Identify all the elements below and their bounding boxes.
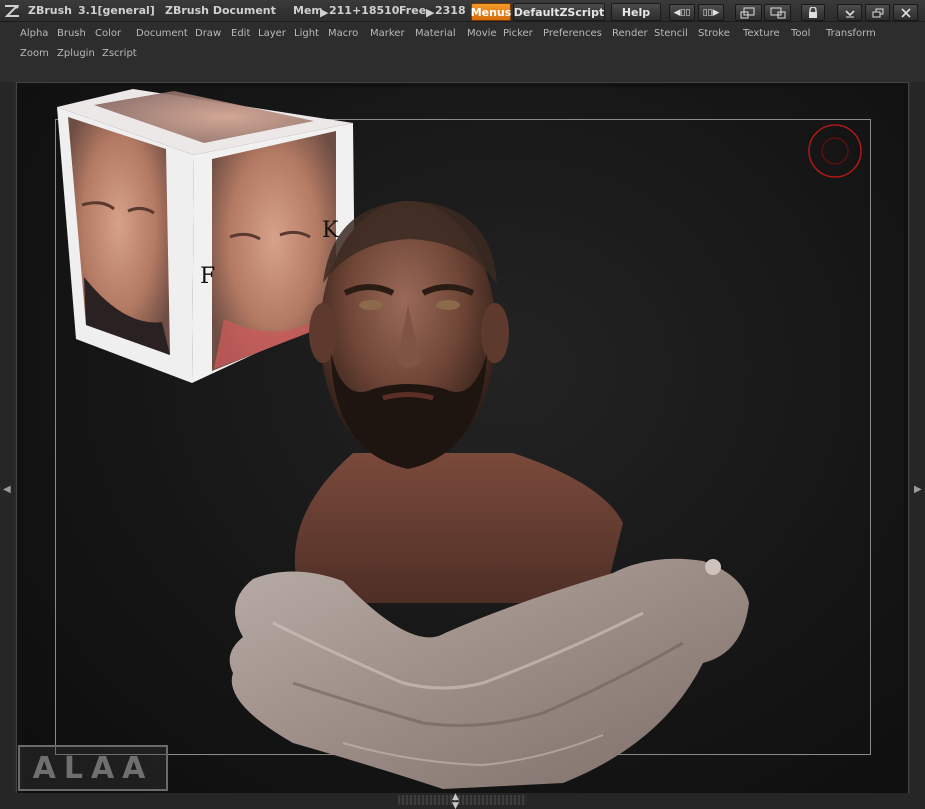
- app-name: ZBrush: [28, 4, 72, 17]
- menu-document[interactable]: Document: [136, 28, 188, 39]
- canvas[interactable]: K F: [23, 87, 904, 793]
- zbrush-logo-icon: [4, 5, 20, 17]
- help-button[interactable]: Help: [611, 3, 661, 21]
- menu-render[interactable]: Render: [612, 28, 648, 39]
- default-zscript-button[interactable]: DefaultZScript: [513, 3, 605, 21]
- menu-preferences[interactable]: Preferences: [543, 28, 602, 39]
- menu-marker[interactable]: Marker: [370, 28, 405, 39]
- menu-zplugin[interactable]: Zplugin: [57, 48, 95, 59]
- menu-bar: Alpha Brush Color Document Draw Edit Lay…: [0, 22, 925, 82]
- menu-edit[interactable]: Edit: [231, 28, 250, 39]
- lock-icon[interactable]: [801, 4, 825, 21]
- app-version: 3.1[general]: [78, 4, 155, 17]
- minimize-icon[interactable]: [837, 4, 862, 21]
- title-bar: ZBrush 3.1[general] ZBrush Document Mem …: [0, 0, 925, 22]
- menu-stencil[interactable]: Stencil: [654, 28, 688, 39]
- bottom-tray[interactable]: ▲ ▼: [0, 793, 925, 809]
- menu-zscript[interactable]: Zscript: [102, 48, 137, 59]
- document-frame: K F: [16, 82, 909, 802]
- restore-icon[interactable]: [865, 4, 890, 21]
- menu-texture[interactable]: Texture: [743, 28, 780, 39]
- menu-draw[interactable]: Draw: [195, 28, 221, 39]
- tray-left-icon[interactable]: [735, 4, 762, 21]
- left-tray-arrow-icon[interactable]: ◀: [3, 484, 11, 498]
- right-tray[interactable]: ▶: [911, 82, 925, 802]
- tray-right-icon[interactable]: [764, 4, 791, 21]
- menu-zoom[interactable]: Zoom: [20, 48, 49, 59]
- watermark-logo: ALAA: [18, 745, 168, 791]
- menu-light[interactable]: Light: [294, 28, 319, 39]
- menu-movie[interactable]: Movie: [467, 28, 497, 39]
- free-value: 2318: [435, 4, 466, 17]
- menu-tool[interactable]: Tool: [791, 28, 810, 39]
- sculpt-bust-model[interactable]: [183, 183, 763, 789]
- left-tray[interactable]: ◀: [0, 82, 14, 802]
- menu-macro[interactable]: Macro: [328, 28, 358, 39]
- mem-label: Mem: [293, 4, 323, 17]
- menus-button[interactable]: Menus: [471, 3, 511, 21]
- scroll-right-icon[interactable]: ▯▯▶: [698, 4, 724, 21]
- menu-material[interactable]: Material: [415, 28, 456, 39]
- document-name: ZBrush Document: [165, 4, 276, 17]
- bottom-tray-handle[interactable]: [398, 795, 526, 805]
- menu-stroke[interactable]: Stroke: [698, 28, 730, 39]
- menu-color[interactable]: Color: [95, 28, 121, 39]
- mem-arrow-icon: ▶: [320, 6, 329, 19]
- menu-picker[interactable]: Picker: [503, 28, 533, 39]
- close-icon[interactable]: [893, 4, 918, 21]
- menu-layer[interactable]: Layer: [258, 28, 286, 39]
- right-tray-arrow-icon[interactable]: ▶: [914, 484, 922, 498]
- free-arrow-icon: ▶: [426, 6, 435, 19]
- scroll-left-icon[interactable]: ◀▯▯: [669, 4, 695, 21]
- rotation-gizmo-icon[interactable]: [807, 123, 863, 179]
- mem-value: 211+18510: [329, 4, 400, 17]
- free-label: Free: [399, 4, 427, 17]
- bottom-tray-arrows-icon[interactable]: ▲ ▼: [452, 793, 459, 809]
- menu-transform[interactable]: Transform: [826, 28, 876, 39]
- menu-brush[interactable]: Brush: [57, 28, 86, 39]
- menu-alpha[interactable]: Alpha: [20, 28, 48, 39]
